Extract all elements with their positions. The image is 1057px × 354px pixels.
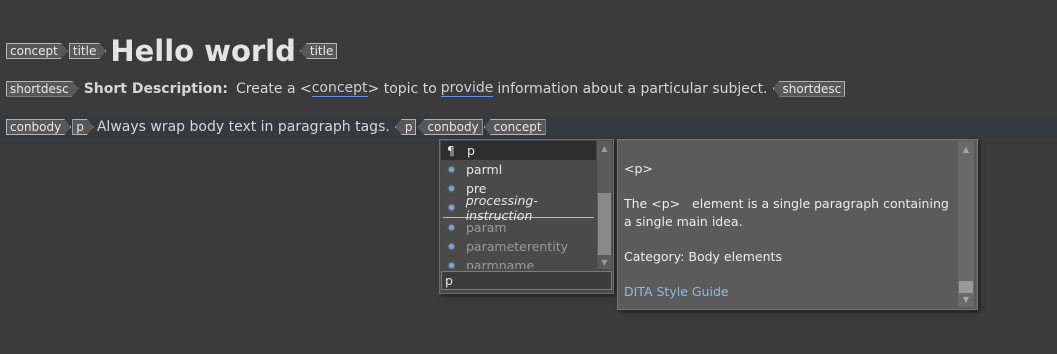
element-bullet-icon <box>449 244 454 249</box>
element-bullet-icon <box>449 225 454 230</box>
scroll-down-icon[interactable]: ▼ <box>597 255 612 269</box>
scroll-down-icon[interactable]: ▼ <box>958 291 974 307</box>
shortdesc-text-after[interactable]: information about a particular subject. <box>497 81 767 97</box>
tag-concept-start[interactable]: concept <box>6 43 68 59</box>
documentation-text: <p> The <p> element is a single paragrap… <box>624 160 954 318</box>
tag-title-start[interactable]: title <box>69 43 106 59</box>
tag-p-end[interactable]: p <box>394 119 417 135</box>
doc-description: The <p> element is a single paragraph co… <box>624 195 954 231</box>
tag-shortdesc-start[interactable]: shortdesc <box>6 81 79 97</box>
doc-category: Category: Body elements <box>624 249 782 264</box>
element-bullet-icon <box>449 205 454 210</box>
element-bullet-icon <box>449 167 454 172</box>
completion-popup: ¶ p parml pre processing-instruction par… <box>439 139 614 294</box>
doc-style-guide-link[interactable]: DITA Style Guide <box>624 283 954 301</box>
shortdesc-label: Short Description: <box>83 80 228 97</box>
doc-tag-name: <p> <box>624 161 653 176</box>
completion-item-p[interactable]: ¶ p <box>441 141 596 160</box>
documentation-panel: <p> The <p> element is a single paragrap… <box>617 139 978 310</box>
completion-item-label: param <box>466 220 507 235</box>
tag-conbody-start[interactable]: conbody <box>6 119 71 135</box>
completion-item-label: processing-instruction <box>465 192 538 223</box>
completion-item-label: parml <box>466 162 503 177</box>
element-bullet-icon <box>449 186 454 191</box>
body-line: conbody p Always wrap body text in parag… <box>0 119 546 135</box>
tag-concept-end[interactable]: concept <box>483 119 546 135</box>
completion-item-parml[interactable]: parml <box>441 160 596 179</box>
shortdesc-link-provide[interactable]: provide <box>440 80 494 97</box>
completion-scrollbar[interactable]: ▲ ▼ <box>597 141 612 269</box>
title-line: concept title Hello world title <box>0 34 338 68</box>
tag-title-end[interactable]: title <box>299 43 338 59</box>
scroll-up-icon[interactable]: ▲ <box>958 141 974 157</box>
shortdesc-text-before[interactable]: Create a < <box>236 81 312 97</box>
documentation-scrollbar[interactable]: ▲ ▼ <box>958 141 974 307</box>
completion-item-label: parameterentity <box>466 239 569 254</box>
doc-description-part1: The <p> <box>624 196 681 211</box>
completion-filter-input[interactable]: p <box>441 271 612 290</box>
page-title[interactable]: Hello world <box>110 34 296 68</box>
completion-item-processing-instruction[interactable]: processing-instruction <box>441 193 596 223</box>
shortdesc-line: shortdesc Short Description: Create a < … <box>0 80 846 97</box>
tag-p-start[interactable]: p <box>72 119 94 135</box>
shortdesc-text-mid[interactable]: > topic to <box>368 81 437 97</box>
paragraph-text[interactable]: Always wrap body text in paragraph tags. <box>97 119 390 135</box>
completion-scroll-thumb[interactable] <box>598 193 611 255</box>
tag-conbody-end[interactable]: conbody <box>417 119 483 135</box>
shortdesc-link-concept[interactable]: concept <box>311 80 368 97</box>
scroll-up-icon[interactable]: ▲ <box>597 141 612 155</box>
element-bullet-icon <box>449 263 454 268</box>
completion-list: ¶ p parml pre processing-instruction par… <box>441 141 596 269</box>
completion-item-label: parmname <box>466 258 535 269</box>
completion-item-parmname[interactable]: parmname <box>441 256 596 269</box>
completion-item-label: p <box>467 143 475 158</box>
completion-item-parameterentity[interactable]: parameterentity <box>441 237 596 256</box>
tag-shortdesc-end[interactable]: shortdesc <box>772 80 846 97</box>
paragraph-icon: ¶ <box>447 143 455 158</box>
